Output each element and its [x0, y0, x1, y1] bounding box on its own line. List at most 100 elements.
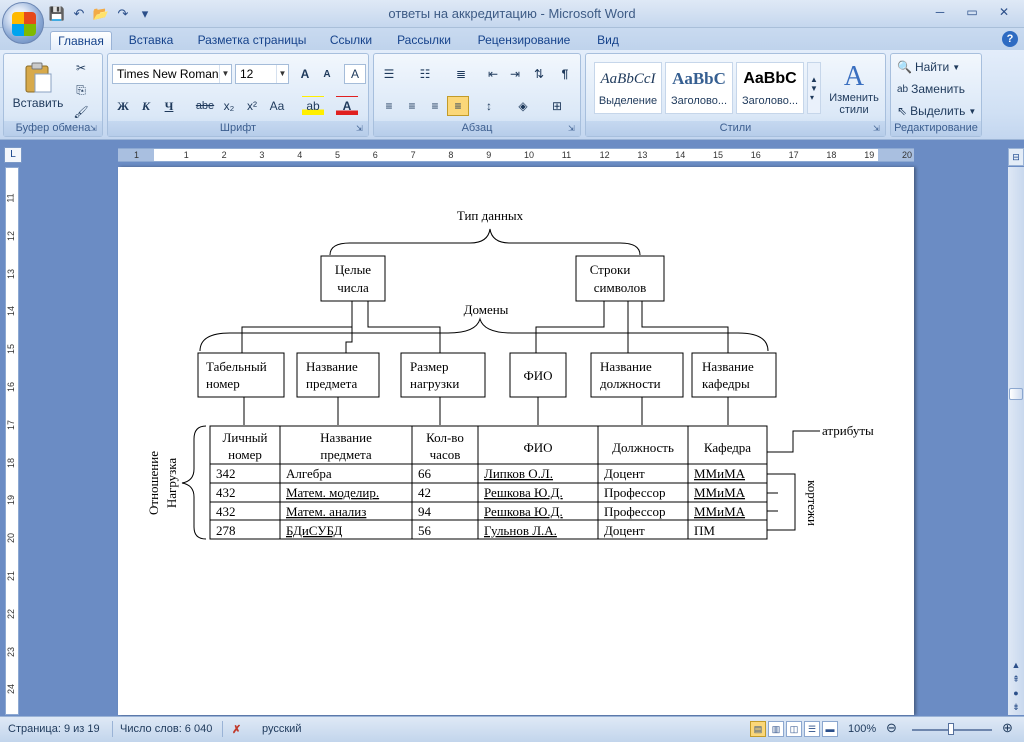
tab-mailings[interactable]: Рассылки	[390, 31, 458, 50]
dialog-launcher-icon[interactable]: ⇲	[873, 124, 883, 134]
ruler-tick-label: 18	[6, 457, 17, 468]
help-icon[interactable]: ?	[1002, 31, 1018, 47]
tab-home[interactable]: Главная	[50, 31, 112, 50]
tab-selector-icon[interactable]: L	[4, 147, 22, 163]
format-painter-icon[interactable]: 🖌	[70, 102, 92, 122]
type-label: Целые	[335, 262, 371, 277]
group-editing: 🔍 Найти ▼ ab Заменить ⇖ Выделить ▼ Редактиров…	[890, 53, 982, 137]
divider	[112, 721, 113, 737]
shading-icon[interactable]: ◈	[512, 96, 534, 116]
bold-button[interactable]: Ж	[112, 96, 134, 116]
align-center-icon[interactable]: ≡	[401, 96, 423, 116]
ruler-tick-label: 13	[6, 268, 17, 279]
maximize-button[interactable]: ▭	[956, 2, 988, 22]
dialog-launcher-icon[interactable]: ⇲	[356, 124, 366, 134]
select-button[interactable]: ⇖ Выделить ▼	[897, 104, 976, 118]
tab-view[interactable]: Вид	[590, 31, 626, 50]
dialog-launcher-icon[interactable]: ⇲	[568, 124, 578, 134]
domain-label: предмета	[306, 376, 358, 391]
align-left-icon[interactable]: ≡	[378, 96, 400, 116]
table-cell: Матем. моделир.	[286, 485, 379, 500]
justify-icon[interactable]: ≡	[447, 96, 469, 116]
group-label-clipboard: Буфер обмена	[4, 121, 102, 136]
paste-button[interactable]: Вставить	[13, 58, 63, 114]
office-button[interactable]	[2, 2, 44, 44]
link-line	[535, 301, 605, 353]
numbering-icon[interactable]: ☷	[414, 64, 436, 84]
tab-review[interactable]: Рецензирование	[470, 31, 578, 50]
underline-button[interactable]: Ч	[158, 96, 180, 116]
link-line	[241, 301, 353, 353]
vertical-ruler[interactable]	[5, 167, 19, 715]
replace-label: Заменить	[911, 82, 966, 96]
style-emphasis[interactable]: AaBbCcI Выделение	[594, 62, 662, 114]
dialog-launcher-icon[interactable]: ⇲	[90, 124, 100, 134]
print-layout-view-icon[interactable]: ▤	[750, 721, 766, 737]
change-case-button[interactable]: Aa	[266, 96, 288, 116]
subscript-button[interactable]: x₂	[218, 96, 240, 116]
replace-button[interactable]: ab Заменить	[897, 82, 965, 96]
zoom-level[interactable]: 100%	[848, 723, 876, 735]
font-name-combo[interactable]: Times New Roman ▼	[112, 64, 232, 84]
word-count[interactable]: Число слов: 6 040	[120, 723, 212, 735]
style-heading2[interactable]: AaBbC Заголово...	[736, 62, 804, 114]
shrink-font-button[interactable]: A	[316, 64, 338, 84]
table-cell: 94	[418, 504, 432, 519]
sort-icon[interactable]: ⇅	[528, 64, 550, 84]
cut-icon[interactable]: ✂	[70, 58, 92, 78]
diagram-title: Тип данных	[457, 208, 524, 223]
font-color-icon[interactable]: A	[336, 96, 358, 116]
outline-view-icon[interactable]: ☰	[804, 721, 820, 737]
browse-object-icon[interactable]: ●	[1009, 686, 1023, 700]
italic-button[interactable]: К	[135, 96, 157, 116]
close-button[interactable]: ✕	[988, 2, 1020, 22]
copy-icon[interactable]: ⎘	[70, 80, 92, 100]
clear-format-button[interactable]: A	[344, 64, 366, 84]
change-styles-button[interactable]: A Изменить стили	[824, 58, 884, 120]
tab-references[interactable]: Ссылки	[322, 31, 380, 50]
font-size-combo[interactable]: 12 ▼	[235, 64, 289, 84]
decrease-indent-icon[interactable]: ⇤	[482, 64, 504, 84]
web-layout-view-icon[interactable]: ◫	[786, 721, 802, 737]
increase-indent-icon[interactable]: ⇥	[504, 64, 526, 84]
ruler-tick-label: 17	[788, 150, 799, 160]
next-page-icon[interactable]: ⇟	[1009, 700, 1023, 714]
language-indicator[interactable]: русский	[262, 723, 301, 735]
prev-page-icon[interactable]: ⇞	[1009, 672, 1023, 686]
zoom-in-icon[interactable]: ⊕	[1002, 720, 1013, 736]
full-screen-view-icon[interactable]: ▥	[768, 721, 784, 737]
align-right-icon[interactable]: ≡	[424, 96, 446, 116]
styles-scroll-icon[interactable]: ▲ ▼ ▾	[807, 62, 821, 114]
minimize-button[interactable]: ─	[924, 2, 956, 22]
draft-view-icon[interactable]: ▬	[822, 721, 838, 737]
superscript-button[interactable]: x²	[241, 96, 263, 116]
multilevel-list-icon[interactable]: ≣	[450, 64, 472, 84]
paste-icon	[25, 62, 52, 93]
type-brace	[329, 228, 641, 256]
pilcrow-icon[interactable]: ¶	[554, 64, 576, 84]
page-indicator[interactable]: Страница: 9 из 19	[8, 723, 100, 735]
ruler-tick-label: 1	[134, 150, 140, 160]
document-page[interactable]: Тип данных Целые числа Строки символов Д…	[118, 167, 914, 715]
style-heading1[interactable]: AaBbC Заголово...	[665, 62, 733, 114]
domain-label: должности	[600, 376, 661, 391]
attributes-label: атрибуты	[822, 423, 874, 438]
strikethrough-button[interactable]: abe	[194, 96, 216, 116]
tab-insert[interactable]: Вставка	[122, 31, 180, 50]
scrollbar-thumb[interactable]	[1009, 388, 1023, 400]
grow-font-button[interactable]: A	[294, 64, 316, 84]
line-spacing-icon[interactable]: ↕	[478, 96, 500, 116]
proofing-icon[interactable]: ✗	[232, 723, 241, 736]
vertical-scrollbar[interactable]	[1008, 167, 1024, 715]
tab-page-layout[interactable]: Разметка страницы	[192, 31, 312, 50]
borders-icon[interactable]: ⊞	[546, 96, 568, 116]
zoom-out-icon[interactable]: ⊖	[886, 720, 897, 736]
bullets-icon[interactable]: ☰	[378, 64, 400, 84]
view-ruler-icon[interactable]: ⊟	[1008, 148, 1024, 166]
zoom-slider-thumb[interactable]	[948, 723, 954, 735]
scroll-up-icon[interactable]: ▲	[1009, 658, 1023, 672]
chevron-down-icon: ▼	[952, 62, 961, 72]
highlight-icon[interactable]: ab	[302, 96, 324, 116]
find-button[interactable]: 🔍 Найти ▼	[897, 60, 960, 74]
ruler-tick-label: 19	[864, 150, 875, 160]
